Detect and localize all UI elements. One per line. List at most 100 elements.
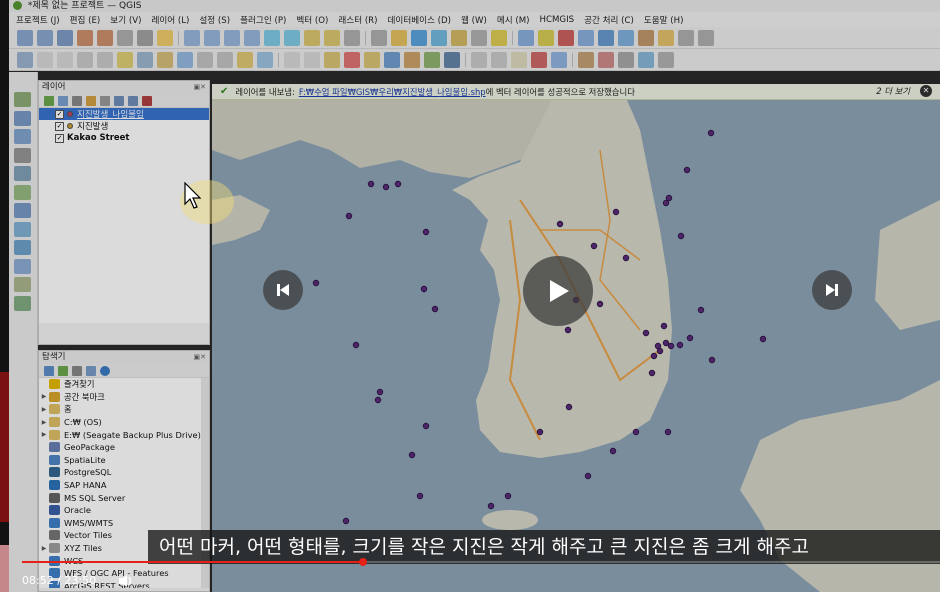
toolbar-tool-icon[interactable] — [344, 29, 360, 46]
menu-item[interactable]: 플러그인 (P) — [240, 14, 286, 26]
browser-item[interactable]: SAP HANA — [39, 479, 209, 492]
add-layer-tool-icon[interactable] — [14, 92, 31, 107]
add-layer-tool-icon[interactable] — [14, 184, 31, 200]
toolbar-tool-icon[interactable] — [638, 51, 654, 68]
toolbar-tool-icon[interactable] — [518, 29, 534, 46]
toolbar-tool-icon[interactable] — [598, 51, 614, 68]
toolbar-tool-icon[interactable] — [424, 51, 440, 68]
toolbar-tool-icon[interactable] — [658, 51, 674, 68]
toolbar-tool-icon[interactable] — [184, 29, 200, 46]
toolbar-tool-icon[interactable] — [157, 51, 173, 68]
toolbar-tool-icon[interactable] — [77, 51, 93, 68]
toolbar-tool-icon[interactable] — [638, 29, 654, 46]
toolbar-tool-icon[interactable] — [551, 51, 567, 68]
toolbar-tool-icon[interactable] — [558, 29, 574, 46]
browser-item[interactable]: ▶ C:₩ (OS) — [39, 416, 209, 429]
menu-item[interactable]: 레이어 (L) — [151, 14, 189, 26]
toolbar-tool-icon[interactable] — [578, 29, 594, 46]
toolbar-tool-icon[interactable] — [511, 51, 527, 68]
browser-item[interactable]: Oracle — [39, 504, 209, 517]
toolbar-tool-icon[interactable] — [237, 51, 253, 68]
toolbar-tool-icon[interactable] — [578, 51, 594, 68]
toolbar-tool-icon[interactable] — [284, 51, 300, 68]
add-layer-tool-icon[interactable] — [14, 258, 31, 274]
toolbar-tool-icon[interactable] — [451, 29, 467, 46]
filter-legend-icon[interactable] — [86, 95, 96, 106]
menu-item[interactable]: 메시 (M) — [497, 14, 530, 26]
toolbar-tool-icon[interactable] — [37, 29, 53, 46]
toolbar-tool-icon[interactable] — [217, 51, 233, 68]
menu-item[interactable]: 래스터 (R) — [338, 14, 377, 26]
toolbar-tool-icon[interactable] — [404, 51, 420, 68]
menu-item[interactable]: HCMGIS — [540, 15, 575, 25]
toolbar-tool-icon[interactable] — [97, 29, 113, 46]
browser-item[interactable]: GeoPackage — [39, 441, 209, 454]
remove-layer-icon[interactable] — [142, 95, 152, 106]
toolbar-tool-icon[interactable] — [598, 29, 614, 46]
toolbar-tool-icon[interactable] — [531, 51, 547, 68]
toolbar-tool-icon[interactable] — [364, 51, 380, 68]
menu-item[interactable]: 보기 (V) — [110, 14, 141, 26]
toolbar-tool-icon[interactable] — [17, 29, 33, 46]
volume-icon[interactable] — [118, 574, 134, 588]
toolbar-tool-icon[interactable] — [57, 51, 73, 68]
add-group-icon[interactable] — [58, 95, 68, 106]
toolbar-tool-icon[interactable] — [391, 29, 407, 46]
browser-item[interactable]: 즐겨찾기 — [39, 378, 209, 391]
layer-item[interactable]: ✓ 지진발생_나임불임 — [39, 108, 209, 120]
expand-arrow-icon[interactable]: ▶ — [39, 431, 49, 438]
toolbar-tool-icon[interactable] — [244, 29, 260, 46]
add-layer-tool-icon[interactable] — [14, 110, 31, 126]
toolbar-tool-icon[interactable] — [117, 51, 133, 68]
toolbar-tool-icon[interactable] — [57, 29, 73, 46]
play-button[interactable] — [523, 256, 593, 326]
toolbar-tool-icon[interactable] — [137, 29, 153, 46]
menu-item[interactable]: 벡터 (O) — [296, 14, 328, 26]
toolbar-tool-icon[interactable] — [471, 29, 487, 46]
toolbar-tool-icon[interactable] — [304, 29, 320, 46]
toolbar-tool-icon[interactable] — [37, 51, 53, 68]
menu-item[interactable]: 공간 처리 (C) — [584, 14, 634, 26]
toolbar-tool-icon[interactable] — [344, 51, 360, 68]
toolbar-tool-icon[interactable] — [224, 29, 240, 46]
map-canvas[interactable] — [212, 84, 940, 592]
add-layer-tool-icon[interactable] — [14, 240, 31, 255]
toolbar-tool-icon[interactable] — [304, 51, 320, 68]
panel-float-close-icon[interactable]: ▣✕ — [194, 81, 206, 94]
toolbar-tool-icon[interactable] — [257, 51, 273, 68]
toolbar-tool-icon[interactable] — [411, 29, 427, 46]
toolbar-tool-icon[interactable] — [157, 29, 173, 46]
add-layer-tool-icon[interactable] — [14, 166, 31, 181]
layer-visibility-checkbox[interactable]: ✓ — [55, 109, 64, 119]
menu-item[interactable]: 데이터베이스 (D) — [388, 14, 452, 26]
filter-by-expression-icon[interactable] — [100, 95, 110, 106]
browser-item[interactable]: SpatiaLite — [39, 454, 209, 467]
add-layer-tool-icon[interactable] — [14, 221, 31, 237]
toolbar-tool-icon[interactable] — [17, 51, 33, 68]
toolbar-tool-icon[interactable] — [444, 51, 460, 68]
filter-browser-icon[interactable] — [72, 365, 82, 376]
toolbar-tool-icon[interactable] — [204, 29, 220, 46]
browser-item[interactable]: ▶ 공간 북마크 — [39, 391, 209, 404]
layer-visibility-checkbox[interactable]: ✓ — [55, 133, 64, 143]
toolbar-tool-icon[interactable] — [538, 29, 554, 46]
toolbar-tool-icon[interactable] — [77, 29, 93, 46]
toolbar-tool-icon[interactable] — [137, 51, 153, 68]
open-layer-styling-icon[interactable] — [44, 95, 54, 106]
message-path-link[interactable]: F:₩수업 파일₩GIS₩우리₩지진발생_나임불임.shp — [299, 86, 486, 98]
toolbar-tool-icon[interactable] — [197, 51, 213, 68]
browser-item[interactable]: ▶ 홈 — [39, 403, 209, 416]
expand-arrow-icon[interactable]: ▶ — [39, 406, 49, 413]
panel-float-close-icon[interactable]: ▣✕ — [194, 351, 206, 364]
collapse-all-icon[interactable] — [128, 95, 138, 106]
toolbar-tool-icon[interactable] — [678, 29, 694, 46]
toolbar-tool-icon[interactable] — [371, 29, 387, 46]
info-icon[interactable] — [100, 365, 110, 376]
previous-video-button[interactable] — [263, 270, 303, 310]
add-layer-tool-icon[interactable] — [14, 129, 31, 144]
add-layer-tool-icon[interactable] — [14, 147, 31, 163]
browser-item[interactable]: ▶ E:₩ (Seagate Backup Plus Drive) — [39, 428, 209, 441]
menu-item[interactable]: 프로젝트 (J) — [16, 14, 60, 26]
expand-arrow-icon[interactable]: ▶ — [39, 393, 49, 400]
expand-all-icon[interactable] — [114, 95, 124, 106]
